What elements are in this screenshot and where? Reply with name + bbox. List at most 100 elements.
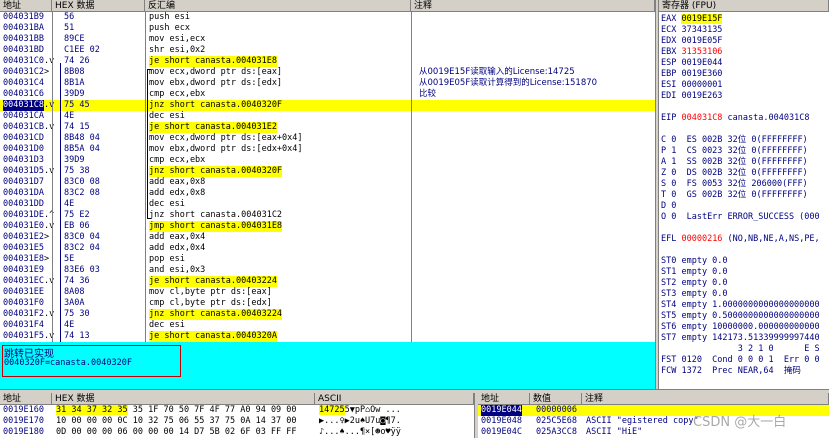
- disasm-row[interactable]: 004031CA 4E dec esi: [0, 111, 655, 122]
- disasm-row[interactable]: 004031CD 8B48 04 mov ecx,dword ptr ds:[eax…: [0, 133, 655, 144]
- disasm-row[interactable]: 004031E9 83E6 03 and esi,0x3: [0, 265, 655, 276]
- stack-header-comment[interactable]: 注释: [582, 393, 829, 405]
- dump-ascii-rest: ▶...♀▶2u♠U7u◙¶7.: [319, 416, 401, 426]
- register-line[interactable]: EIP 004031C8 canasta.004031C8: [661, 113, 829, 124]
- dump-row[interactable]: 0019E180 0D 00 00 00 06 00 00 00 14 D7 5B…: [0, 427, 474, 438]
- register-line[interactable]: 3 2 1 0 E S: [661, 344, 829, 355]
- disasm-row[interactable]: 004031E2 >83C0 04 add eax,0x4: [0, 232, 655, 243]
- disasm-row[interactable]: 004031D3 39D9 cmp ecx,ebx: [0, 155, 655, 166]
- disasm-row[interactable]: 004031BB 89CE mov esi,ecx: [0, 34, 655, 45]
- dump-header-ascii[interactable]: ASCII: [315, 393, 474, 405]
- disasm-row[interactable]: 004031D0 8B5A 04 mov ebx,dword ptr ds:[edx…: [0, 144, 655, 155]
- dump-header-hex[interactable]: HEX 数据: [52, 393, 315, 405]
- register-line[interactable]: EDI 0019E263: [661, 91, 829, 102]
- disasm-row[interactable]: 004031B9 56 push esi: [0, 12, 655, 23]
- disasm-row[interactable]: 004031DE .^ 75 E2 jnz short canasta.004031C…: [0, 210, 655, 221]
- dump-row[interactable]: 0019E170 10 00 00 00 0C 10 32 75 06 55 37…: [0, 416, 474, 427]
- register-line[interactable]: T 0 GS 002B 32位 0(FFFFFFFF): [661, 190, 829, 201]
- register-line[interactable]: ESP 0019E044: [661, 58, 829, 69]
- disasm-row[interactable]: 004031D7 83C0 08 add eax,0x8: [0, 177, 655, 188]
- stack-header-address[interactable]: 地址: [478, 393, 530, 405]
- register-line[interactable]: ESI 00000001: [661, 80, 829, 91]
- register-line[interactable]: Z 0 DS 002B 32位 0(FFFFFFFF): [661, 168, 829, 179]
- disasm-row[interactable]: 004031BD C1EE 02 shr esi,0x2: [0, 45, 655, 56]
- disasm-header-address[interactable]: 地址: [0, 0, 52, 12]
- register-line[interactable]: ECX 37343135: [661, 25, 829, 36]
- register-line[interactable]: ST7 empty 142173.51339999997440: [661, 333, 829, 344]
- dump-header-address[interactable]: 地址: [0, 393, 52, 405]
- disasm-row[interactable]: 004031CB .v 74 15 je short canasta.004031E2: [0, 122, 655, 133]
- disasm-row[interactable]: 004031E0 .v EB 06 jmp short canasta.004031E…: [0, 221, 655, 232]
- disasm-hex: 8B1A: [64, 78, 85, 88]
- disasm-row[interactable]: 004031F2 .v 75 30 jnz short canasta.0040322…: [0, 309, 655, 320]
- register-header[interactable]: 寄存器 (FPU): [659, 0, 829, 12]
- register-name: ST6: [661, 322, 677, 332]
- disasm-row[interactable]: 004031C6 39D9 cmp ecx,ebx 比较: [0, 89, 655, 100]
- disasm-row[interactable]: 004031F0 3A0A cmp cl,byte ptr ds:[edx]: [0, 298, 655, 309]
- register-line[interactable]: FST 0120 Cond 0 0 0 1 Err 0 0: [661, 355, 829, 366]
- dump-hex: 0D 00 00 00 06 00 00 00 14 D7 5B 02 6F 0…: [56, 427, 297, 438]
- register-line[interactable]: ST6 empty 10000000.000000000000: [661, 322, 829, 333]
- disasm-row[interactable]: 004031DD 4E dec esi: [0, 199, 655, 210]
- disasm-row[interactable]: 004031EE 8A08 mov cl,byte ptr ds:[eax]: [0, 287, 655, 298]
- register-line[interactable]: [661, 124, 829, 135]
- register-value: 00000001: [681, 80, 723, 90]
- register-line[interactable]: ST3 empty 0.0: [661, 289, 829, 300]
- disasm-row[interactable]: 004031D5 .v 75 38 jnz short canasta.0040320…: [0, 166, 655, 177]
- register-line[interactable]: D 0: [661, 201, 829, 212]
- dump-hex: 10 00 00 00 0C 10 32 75 06 55 37 75 0A 1…: [56, 416, 297, 427]
- register-name: ST4: [661, 300, 677, 310]
- register-detail: LastErr ERROR_SUCCESS (000: [676, 212, 820, 222]
- disasm-address: 004031DE: [3, 210, 44, 220]
- register-line[interactable]: EAX 0019E15F: [661, 14, 829, 25]
- disasm-address: 004031F5: [3, 331, 44, 341]
- disasm-row[interactable]: 004031E5 83C2 04 add edx,0x4: [0, 243, 655, 254]
- register-line[interactable]: ST4 empty 1.0000000000000000000: [661, 300, 829, 311]
- register-line[interactable]: [661, 223, 829, 234]
- register-line[interactable]: EBP 0019E360: [661, 69, 829, 80]
- register-line[interactable]: P 1 CS 0023 32位 0(FFFFFFFF): [661, 146, 829, 157]
- disasm-row[interactable]: 004031DA 83C2 08 add edx,0x8: [0, 188, 655, 199]
- dump-address: 0019E180: [3, 427, 44, 437]
- dump-row[interactable]: 0019E160 31 34 37 32 35 35 1F 70 50 7F 4F…: [0, 405, 474, 416]
- register-line[interactable]: EDX 0019E05F: [661, 36, 829, 47]
- register-line[interactable]: A 1 SS 002B 32位 0(FFFFFFFF): [661, 157, 829, 168]
- register-line[interactable]: ST2 empty 0.0: [661, 278, 829, 289]
- disasm-comment: 比较: [419, 89, 437, 99]
- register-name: D 0: [661, 201, 677, 211]
- register-line[interactable]: FCW 1372 Prec NEAR,64 掩码: [661, 366, 829, 377]
- register-detail: (NO,NB,NE,A,NS,PE,: [722, 234, 820, 244]
- disasm-header-disasm[interactable]: 反汇编: [145, 0, 411, 12]
- register-line[interactable]: EFL 00000216 (NO,NB,NE,A,NS,PE,: [661, 234, 829, 245]
- disasm-address: 004031F4: [3, 320, 44, 330]
- disasm-header-hex[interactable]: HEX 数据: [52, 0, 145, 12]
- disasm-header-comment[interactable]: 注释: [411, 0, 655, 12]
- disasm-row[interactable]: 004031C0 .v 74 26 je short canasta.004031E8: [0, 56, 655, 67]
- disasm-row[interactable]: 004031BA 51 push ecx: [0, 23, 655, 34]
- register-line[interactable]: S 0 FS 0053 32位 206000(FFF): [661, 179, 829, 190]
- register-line[interactable]: [661, 245, 829, 256]
- disasm-pane[interactable]: 地址 HEX 数据 反汇编 注释 004031B9 56 push esi 00403…: [0, 0, 655, 342]
- disasm-address: 004031C6: [3, 89, 44, 99]
- disasm-hex: 51: [64, 23, 75, 33]
- register-line[interactable]: EBX 31353106: [661, 47, 829, 58]
- register-value: 0019E044: [681, 58, 723, 68]
- dump-pane[interactable]: 地址 HEX 数据 ASCII 0019E160 31 34 37 32 35 3…: [0, 393, 474, 438]
- register-line[interactable]: [661, 102, 829, 113]
- register-line[interactable]: C 0 ES 002B 32位 0(FFFFFFFF): [661, 135, 829, 146]
- register-line[interactable]: O 0 LastErr ERROR_SUCCESS (000: [661, 212, 829, 223]
- disasm-rows: 004031B9 56 push esi 004031BA 51 push ecx 0040…: [0, 12, 655, 342]
- register-line[interactable]: ST5 empty 0.5000000000000000000: [661, 311, 829, 322]
- disasm-row[interactable]: 004031F5 .v 74 13 je short canasta.0040320A: [0, 331, 655, 342]
- register-line[interactable]: ST1 empty 0.0: [661, 267, 829, 278]
- register-pane[interactable]: 寄存器 (FPU) EAX 0019E15F ECX 37343135 EDX 00…: [659, 0, 829, 389]
- disasm-comment: 从0019E05F读取计算得到的License:151870: [419, 78, 598, 88]
- register-line[interactable]: ST0 empty 0.0: [661, 256, 829, 267]
- stack-header-value[interactable]: 数值: [530, 393, 582, 405]
- disasm-row[interactable]: 004031F4 4E dec esi: [0, 320, 655, 331]
- disasm-row[interactable]: 004031EC .v 74 36 je short canasta.00403224: [0, 276, 655, 287]
- disasm-row[interactable]: 004031C2 >8B08 mov ecx,dword ptr ds:[eax] 从…: [0, 67, 655, 78]
- disasm-row[interactable]: 004031C4 8B1A mov ebx,dword ptr ds:[edx] 从0…: [0, 78, 655, 89]
- disasm-row[interactable]: 004031E8 >5E pop esi: [0, 254, 655, 265]
- disasm-row[interactable]: 004031C8 .v 75 45 jnz short canasta.0040320…: [0, 100, 655, 111]
